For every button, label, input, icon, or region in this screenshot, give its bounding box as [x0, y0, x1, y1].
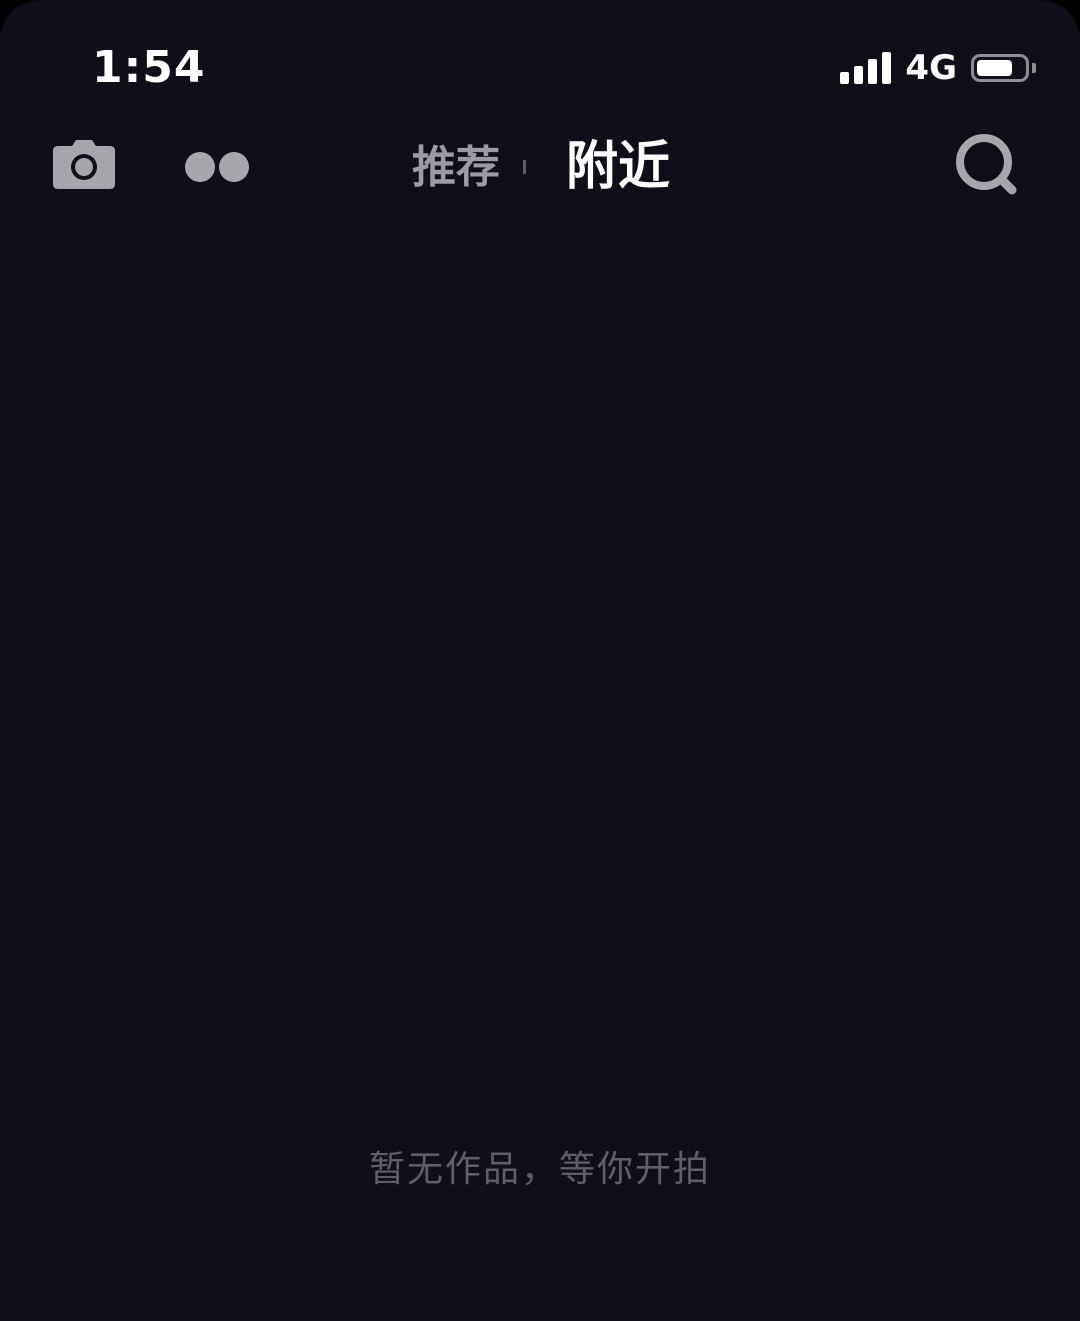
network-type: 4G	[905, 48, 957, 88]
search-button[interactable]	[952, 130, 1020, 198]
status-time: 1:54	[92, 42, 206, 93]
tab-recommend[interactable]: 推荐	[412, 138, 500, 198]
top-tabs: 推荐 附近	[0, 128, 1080, 208]
search-icon	[956, 134, 1017, 195]
status-indicators: 4G	[840, 46, 1036, 90]
empty-state-message: 暂无作品，等你开拍	[368, 1149, 711, 1190]
battery-level-fill	[977, 60, 1012, 76]
battery-icon	[971, 54, 1029, 82]
tab-nearby[interactable]: 附近	[566, 132, 670, 202]
app-screen: 1:54 4G 推荐 附近 暂无作品，等你开拍	[0, 0, 1080, 1321]
tab-divider	[523, 160, 526, 174]
signal-strength-icon	[840, 52, 892, 84]
battery-cap	[1032, 63, 1036, 73]
